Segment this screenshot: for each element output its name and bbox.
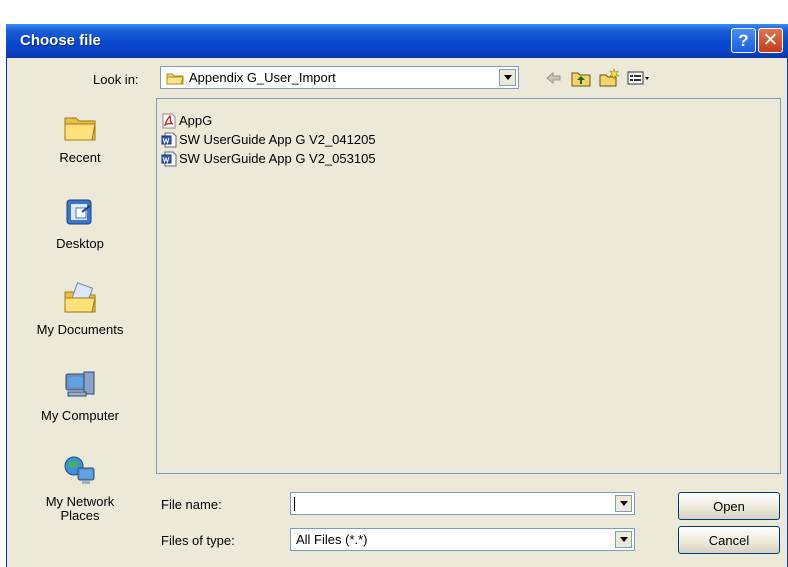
file-name: SW UserGuide App G V2_053105 xyxy=(179,151,376,166)
view-menu-icon[interactable] xyxy=(626,68,652,88)
look-in-dropdown[interactable]: Appendix G_User_Import xyxy=(160,66,519,89)
word-doc-icon xyxy=(161,132,177,148)
place-label: My Documents xyxy=(36,322,124,337)
my-documents-icon xyxy=(64,282,96,313)
pdf-file-icon xyxy=(162,113,176,129)
place-my-network[interactable]: My Network Places xyxy=(8,454,152,523)
help-button[interactable]: ? xyxy=(731,28,756,53)
desktop-icon xyxy=(66,199,92,225)
place-desktop[interactable]: Desktop xyxy=(8,196,152,251)
look-in-value: Appendix G_User_Import xyxy=(189,70,336,85)
file-type-value: All Files (*.*) xyxy=(296,532,368,547)
file-list[interactable]: AppG SW UserGuide App G V2_041205 SW Use… xyxy=(156,98,781,474)
look-in-label: Look in: xyxy=(93,72,139,87)
place-my-documents[interactable]: My Documents xyxy=(8,282,152,337)
file-name-label: File name: xyxy=(161,497,222,512)
file-type-label: Files of type: xyxy=(161,533,235,548)
word-doc-icon xyxy=(161,151,177,167)
place-label: Recent xyxy=(59,150,101,165)
text-caret xyxy=(294,497,295,511)
chevron-down-icon[interactable] xyxy=(615,531,632,548)
places-bar: Recent Desktop My Documents My Computer xyxy=(8,96,152,566)
file-name-input[interactable] xyxy=(290,492,635,515)
cancel-button[interactable]: Cancel xyxy=(678,526,780,554)
file-type-dropdown[interactable]: All Files (*.*) xyxy=(290,528,635,551)
up-folder-icon[interactable] xyxy=(570,68,592,88)
place-label: My Network Places xyxy=(45,494,115,523)
place-recent[interactable]: Recent xyxy=(8,110,152,165)
back-arrow-icon[interactable] xyxy=(542,68,564,88)
open-button[interactable]: Open xyxy=(678,492,780,520)
new-folder-icon[interactable] xyxy=(598,68,620,88)
window-title: Choose file xyxy=(20,32,101,49)
chevron-down-icon[interactable] xyxy=(615,495,632,512)
place-label: My Computer xyxy=(40,408,120,423)
folder-icon xyxy=(166,73,184,85)
recent-folder-icon xyxy=(64,117,96,141)
place-my-computer[interactable]: My Computer xyxy=(8,368,152,423)
file-name: SW UserGuide App G V2_041205 xyxy=(179,132,376,147)
place-label: Desktop xyxy=(56,236,104,251)
file-name: AppG xyxy=(179,113,213,128)
my-computer-icon xyxy=(65,371,95,397)
network-places-icon xyxy=(64,456,95,484)
title-bar[interactable]: Choose file ? ✕ xyxy=(6,24,788,58)
close-button[interactable]: ✕ xyxy=(758,28,783,53)
chevron-down-icon[interactable] xyxy=(499,69,516,86)
